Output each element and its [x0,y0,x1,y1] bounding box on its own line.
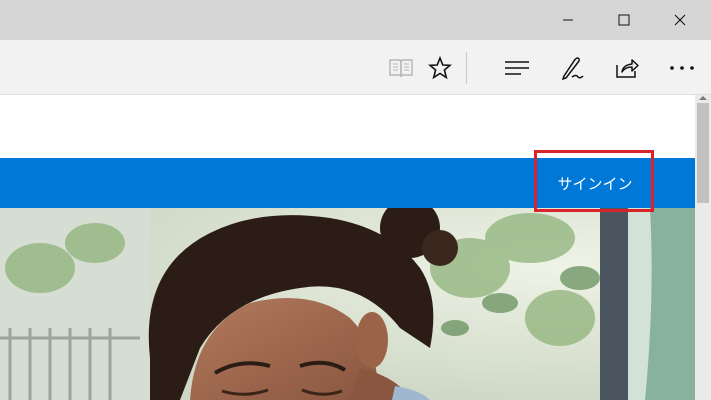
minimize-icon [563,19,573,21]
share-button[interactable] [607,48,647,88]
book-icon [389,59,413,78]
scroll-up-arrow-icon[interactable] [695,95,711,103]
star-icon [428,56,452,80]
scrollbar-thumb[interactable] [697,103,709,203]
web-page: サインイン [0,95,695,400]
hub-lines-icon [505,61,529,75]
more-button[interactable] [662,48,702,88]
hero-photo-art [0,208,695,400]
share-icon [616,59,639,78]
favorites-button[interactable] [420,48,460,88]
close-icon [674,14,686,26]
ellipsis-icon [670,66,694,70]
woman-reading-photo [0,208,695,400]
toolbar-separator [466,52,467,84]
close-button[interactable] [652,0,708,40]
web-note-button[interactable] [552,48,592,88]
maximize-button[interactable] [596,0,652,40]
window-titlebar [0,0,711,40]
page-scrollbar[interactable] [695,95,711,400]
reading-view-button[interactable] [381,48,421,88]
browser-toolbar [0,40,711,95]
signin-link[interactable]: サインイン [540,158,650,208]
hub-button[interactable] [497,48,537,88]
site-header-bar: サインイン [0,158,695,208]
maximize-icon [618,14,630,26]
pen-icon [561,57,584,81]
minimize-button[interactable] [540,0,596,40]
